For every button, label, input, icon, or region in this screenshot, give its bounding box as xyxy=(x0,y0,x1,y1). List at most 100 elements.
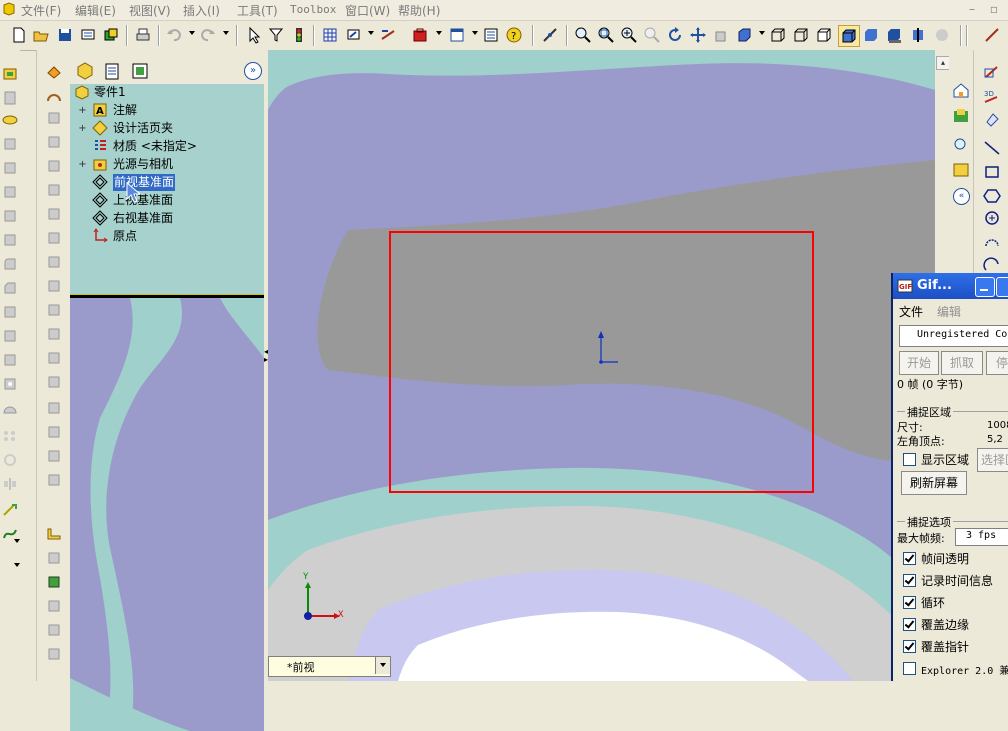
sketched-bend-icon[interactable] xyxy=(45,206,63,222)
break-corner-icon[interactable] xyxy=(45,278,63,294)
circular-pattern-icon[interactable] xyxy=(1,452,19,468)
centerpoint-arc-icon[interactable] xyxy=(983,234,1001,250)
sketch-icon[interactable] xyxy=(983,64,1001,80)
cover-pointer-checkbox[interactable] xyxy=(903,640,916,653)
tree-item-origin[interactable]: 原点 xyxy=(113,228,137,245)
revolved-boss-icon[interactable] xyxy=(1,90,19,106)
rectangle-icon[interactable] xyxy=(983,164,1001,180)
smart-dimension-icon[interactable] xyxy=(378,25,398,45)
restore-icon[interactable]: ▫ xyxy=(984,2,1004,17)
lofted-boss-icon[interactable] xyxy=(1,136,19,152)
tree-item-front-plane[interactable]: 前视基准面 xyxy=(113,174,176,191)
save-icon[interactable] xyxy=(55,25,75,45)
undo-icon[interactable] xyxy=(164,25,184,45)
stop-button[interactable]: 停 xyxy=(986,351,1008,375)
swept-cut-icon[interactable] xyxy=(1,208,19,224)
featuremanager-tab-icon[interactable] xyxy=(75,61,95,81)
collapse-panel-icon[interactable]: « xyxy=(953,188,970,205)
forming-tool-icon[interactable] xyxy=(45,302,63,318)
line-icon[interactable] xyxy=(983,140,1001,156)
hidden-lines-visible-icon[interactable] xyxy=(791,25,811,45)
rip-icon[interactable] xyxy=(45,448,63,464)
hidden-lines-removed-icon[interactable] xyxy=(814,25,834,45)
reference-geometry-icon[interactable] xyxy=(540,25,560,45)
view-palette-icon[interactable] xyxy=(952,162,970,178)
base-flange-icon[interactable] xyxy=(45,64,63,80)
convert-to-sheet-metal-icon[interactable] xyxy=(45,472,63,488)
open-folder-icon[interactable] xyxy=(31,25,51,45)
swept-boss-icon[interactable] xyxy=(1,112,19,128)
start-button[interactable]: 开始 xyxy=(899,351,939,375)
cover-edges-checkbox[interactable] xyxy=(903,618,916,631)
window-maximize-icon[interactable] xyxy=(996,277,1008,297)
no-bends-icon[interactable] xyxy=(45,400,63,416)
extruded-boss-icon[interactable] xyxy=(1,66,19,82)
jog-icon[interactable] xyxy=(45,182,63,198)
properties-icon[interactable] xyxy=(481,25,501,45)
window-layout-icon[interactable] xyxy=(447,25,467,45)
shaded-icon[interactable] xyxy=(861,25,881,45)
rotate-view-icon[interactable] xyxy=(665,25,685,45)
weldments-icon[interactable] xyxy=(45,526,63,542)
zoom-to-fit-icon[interactable] xyxy=(573,25,593,45)
closed-corner-icon[interactable] xyxy=(45,230,63,246)
redo-icon[interactable] xyxy=(198,25,218,45)
new-document-icon[interactable] xyxy=(9,25,29,45)
mirror-icon[interactable] xyxy=(1,476,19,492)
zoom-area-icon[interactable] xyxy=(596,25,616,45)
select-arrow-icon[interactable] xyxy=(244,25,264,45)
selection-filter-icon[interactable] xyxy=(266,25,286,45)
fillet-icon[interactable] xyxy=(1,256,19,272)
dropdown-arrow-icon[interactable] xyxy=(14,563,20,567)
home-icon[interactable] xyxy=(952,82,970,98)
menu-toolbox[interactable]: Toolbox xyxy=(290,3,336,16)
dome-icon[interactable] xyxy=(1,400,19,416)
sheet-metal-icon[interactable] xyxy=(45,88,63,104)
expand-annotations-icon[interactable]: + xyxy=(78,106,87,116)
realview-icon[interactable] xyxy=(932,25,952,45)
edge-flange-icon[interactable] xyxy=(45,110,63,126)
gif-recorder-titlebar[interactable]: GIF Gif... xyxy=(893,273,1008,299)
lofted-cut-icon[interactable] xyxy=(1,232,19,248)
view-orientation-icon[interactable] xyxy=(734,25,754,45)
menu-edit[interactable]: 编辑(E) xyxy=(75,2,116,19)
fps-select[interactable]: 3 fps xyxy=(955,528,1008,546)
print-icon[interactable] xyxy=(133,25,153,45)
draft-icon[interactable] xyxy=(1,352,19,368)
trim-extend-icon[interactable] xyxy=(45,574,63,590)
linear-pattern-icon[interactable] xyxy=(1,428,19,444)
configurationmanager-tab-icon[interactable] xyxy=(130,61,150,81)
insert-bends-icon[interactable] xyxy=(45,424,63,440)
loop-checkbox[interactable] xyxy=(903,596,916,609)
circle-icon[interactable] xyxy=(983,210,1001,226)
tangent-arc-icon[interactable] xyxy=(983,256,1001,272)
minimize-icon[interactable]: – xyxy=(962,2,982,17)
grid-icon[interactable] xyxy=(320,25,340,45)
structural-member-icon[interactable] xyxy=(45,550,63,566)
tree-root-part[interactable]: 零件1 xyxy=(94,84,126,101)
fillet-bead-icon[interactable] xyxy=(45,646,63,662)
shell-icon[interactable] xyxy=(1,328,19,344)
tree-item-design-binder[interactable]: 设计活页夹 xyxy=(113,120,173,137)
tree-item-annotations[interactable]: 注解 xyxy=(113,102,137,119)
end-cap-icon[interactable] xyxy=(45,598,63,614)
tree-item-right-plane[interactable]: 右视基准面 xyxy=(113,210,173,227)
tree-item-material[interactable]: 材质 <未指定> xyxy=(113,138,197,155)
menu-tools[interactable]: 工具(T) xyxy=(237,2,278,19)
help-icon[interactable]: ? xyxy=(504,25,524,45)
print-layout-icon[interactable] xyxy=(78,25,98,45)
zoom-selection-icon[interactable] xyxy=(642,25,662,45)
menu-file[interactable]: 文件(F) xyxy=(21,2,61,19)
menu-help[interactable]: 帮助(H) xyxy=(398,2,440,19)
tree-item-lights-cameras[interactable]: 光源与相机 xyxy=(113,156,173,173)
sketch-icon[interactable] xyxy=(344,25,364,45)
propertymanager-tab-icon[interactable] xyxy=(102,61,122,81)
gusset-icon[interactable] xyxy=(45,622,63,638)
transparent-frames-checkbox[interactable] xyxy=(903,552,916,565)
explorer-compat-checkbox[interactable] xyxy=(903,662,916,675)
record-time-checkbox[interactable] xyxy=(903,574,916,587)
options-icon[interactable] xyxy=(101,25,121,45)
shaded-with-edges-icon[interactable] xyxy=(838,25,860,47)
3d-sketch-icon[interactable]: 3D xyxy=(983,88,1001,104)
expand-panel-icon[interactable]: » xyxy=(244,62,262,80)
